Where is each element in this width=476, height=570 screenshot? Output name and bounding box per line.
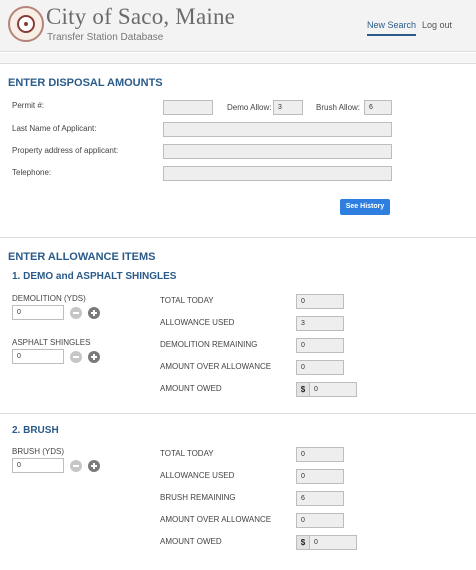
brush-allow-input[interactable]: 6 (364, 100, 392, 115)
demolition-increment-icon[interactable] (88, 307, 100, 319)
demolition-input[interactable]: 0 (12, 305, 64, 320)
brush-increment-icon[interactable] (88, 460, 100, 472)
demo-amount-owed-label: AMOUNT OWED (160, 384, 222, 393)
telephone-input[interactable] (163, 166, 392, 181)
demo-allow-input[interactable]: 3 (273, 100, 303, 115)
permit-input[interactable] (163, 100, 213, 115)
demo-over-allowance-value: 0 (296, 360, 344, 375)
brush-decrement-icon[interactable] (70, 460, 82, 472)
demo-amount-owed-value: 0 (309, 382, 357, 397)
app-header: City of Saco, Maine Transfer Station Dat… (0, 0, 476, 52)
permit-label: Permit #: (12, 101, 45, 110)
shingles-label: ASPHALT SHINGLES (12, 338, 91, 347)
demolition-remaining-value: 0 (296, 338, 344, 353)
demo-subsection-title: 1. DEMO and ASPHALT SHINGLES (12, 271, 177, 282)
section-divider (0, 413, 476, 414)
app-subtitle: Transfer Station Database (47, 32, 164, 43)
brush-subsection-title: 2. BRUSH (12, 425, 59, 436)
brush-total-today-value: 0 (296, 447, 344, 462)
demo-total-today-value: 0 (296, 294, 344, 309)
address-label: Property address of applicant: (12, 146, 119, 155)
shingles-increment-icon[interactable] (88, 351, 100, 363)
brush-remaining-label: BRUSH REMAINING (160, 493, 236, 502)
brush-remaining-value: 6 (296, 491, 344, 506)
demolition-remaining-label: DEMOLITION REMAINING (160, 340, 258, 349)
last-name-input[interactable] (163, 122, 392, 137)
app-title: City of Saco, Maine (46, 4, 236, 29)
shingles-decrement-icon[interactable] (70, 351, 82, 363)
brush-over-allowance-value: 0 (296, 513, 344, 528)
brush-amount-owed-label: AMOUNT OWED (160, 537, 222, 546)
nav-new-search[interactable]: New Search (367, 20, 417, 36)
demolition-decrement-icon[interactable] (70, 307, 82, 319)
demo-allow-label: Demo Allow: (227, 103, 272, 112)
brush-amount-owed-value: 0 (309, 535, 357, 550)
brush-total-today-label: TOTAL TODAY (160, 449, 214, 458)
section-spacer (0, 53, 476, 63)
demo-dollar-sign: $ (296, 382, 310, 397)
brush-input[interactable]: 0 (12, 458, 64, 473)
brush-allowance-used-label: ALLOWANCE USED (160, 471, 235, 480)
section-divider (0, 237, 476, 238)
shingles-input[interactable]: 0 (12, 349, 64, 364)
demo-total-today-label: TOTAL TODAY (160, 296, 214, 305)
brush-label: BRUSH (YDS) (12, 447, 65, 456)
telephone-label: Telephone: (12, 168, 52, 177)
nav-logout[interactable]: Log out (422, 20, 452, 30)
brush-allowance-used-value: 0 (296, 469, 344, 484)
address-input[interactable] (163, 144, 392, 159)
brush-allow-label: Brush Allow: (316, 103, 361, 112)
section-divider (0, 63, 476, 64)
last-name-label: Last Name of Applicant: (12, 124, 97, 133)
demo-allowance-used-value: 3 (296, 316, 344, 331)
demo-over-allowance-label: AMOUNT OVER ALLOWANCE (160, 362, 272, 371)
see-history-button[interactable]: See History (340, 199, 390, 215)
demo-allowance-used-label: ALLOWANCE USED (160, 318, 235, 327)
allowance-section-title: ENTER ALLOWANCE ITEMS (8, 251, 156, 263)
brush-over-allowance-label: AMOUNT OVER ALLOWANCE (160, 515, 272, 524)
demolition-label: DEMOLITION (YDS) (12, 294, 86, 303)
disposal-section-title: ENTER DISPOSAL AMOUNTS (8, 77, 163, 89)
city-seal-icon (8, 6, 44, 42)
brush-dollar-sign: $ (296, 535, 310, 550)
